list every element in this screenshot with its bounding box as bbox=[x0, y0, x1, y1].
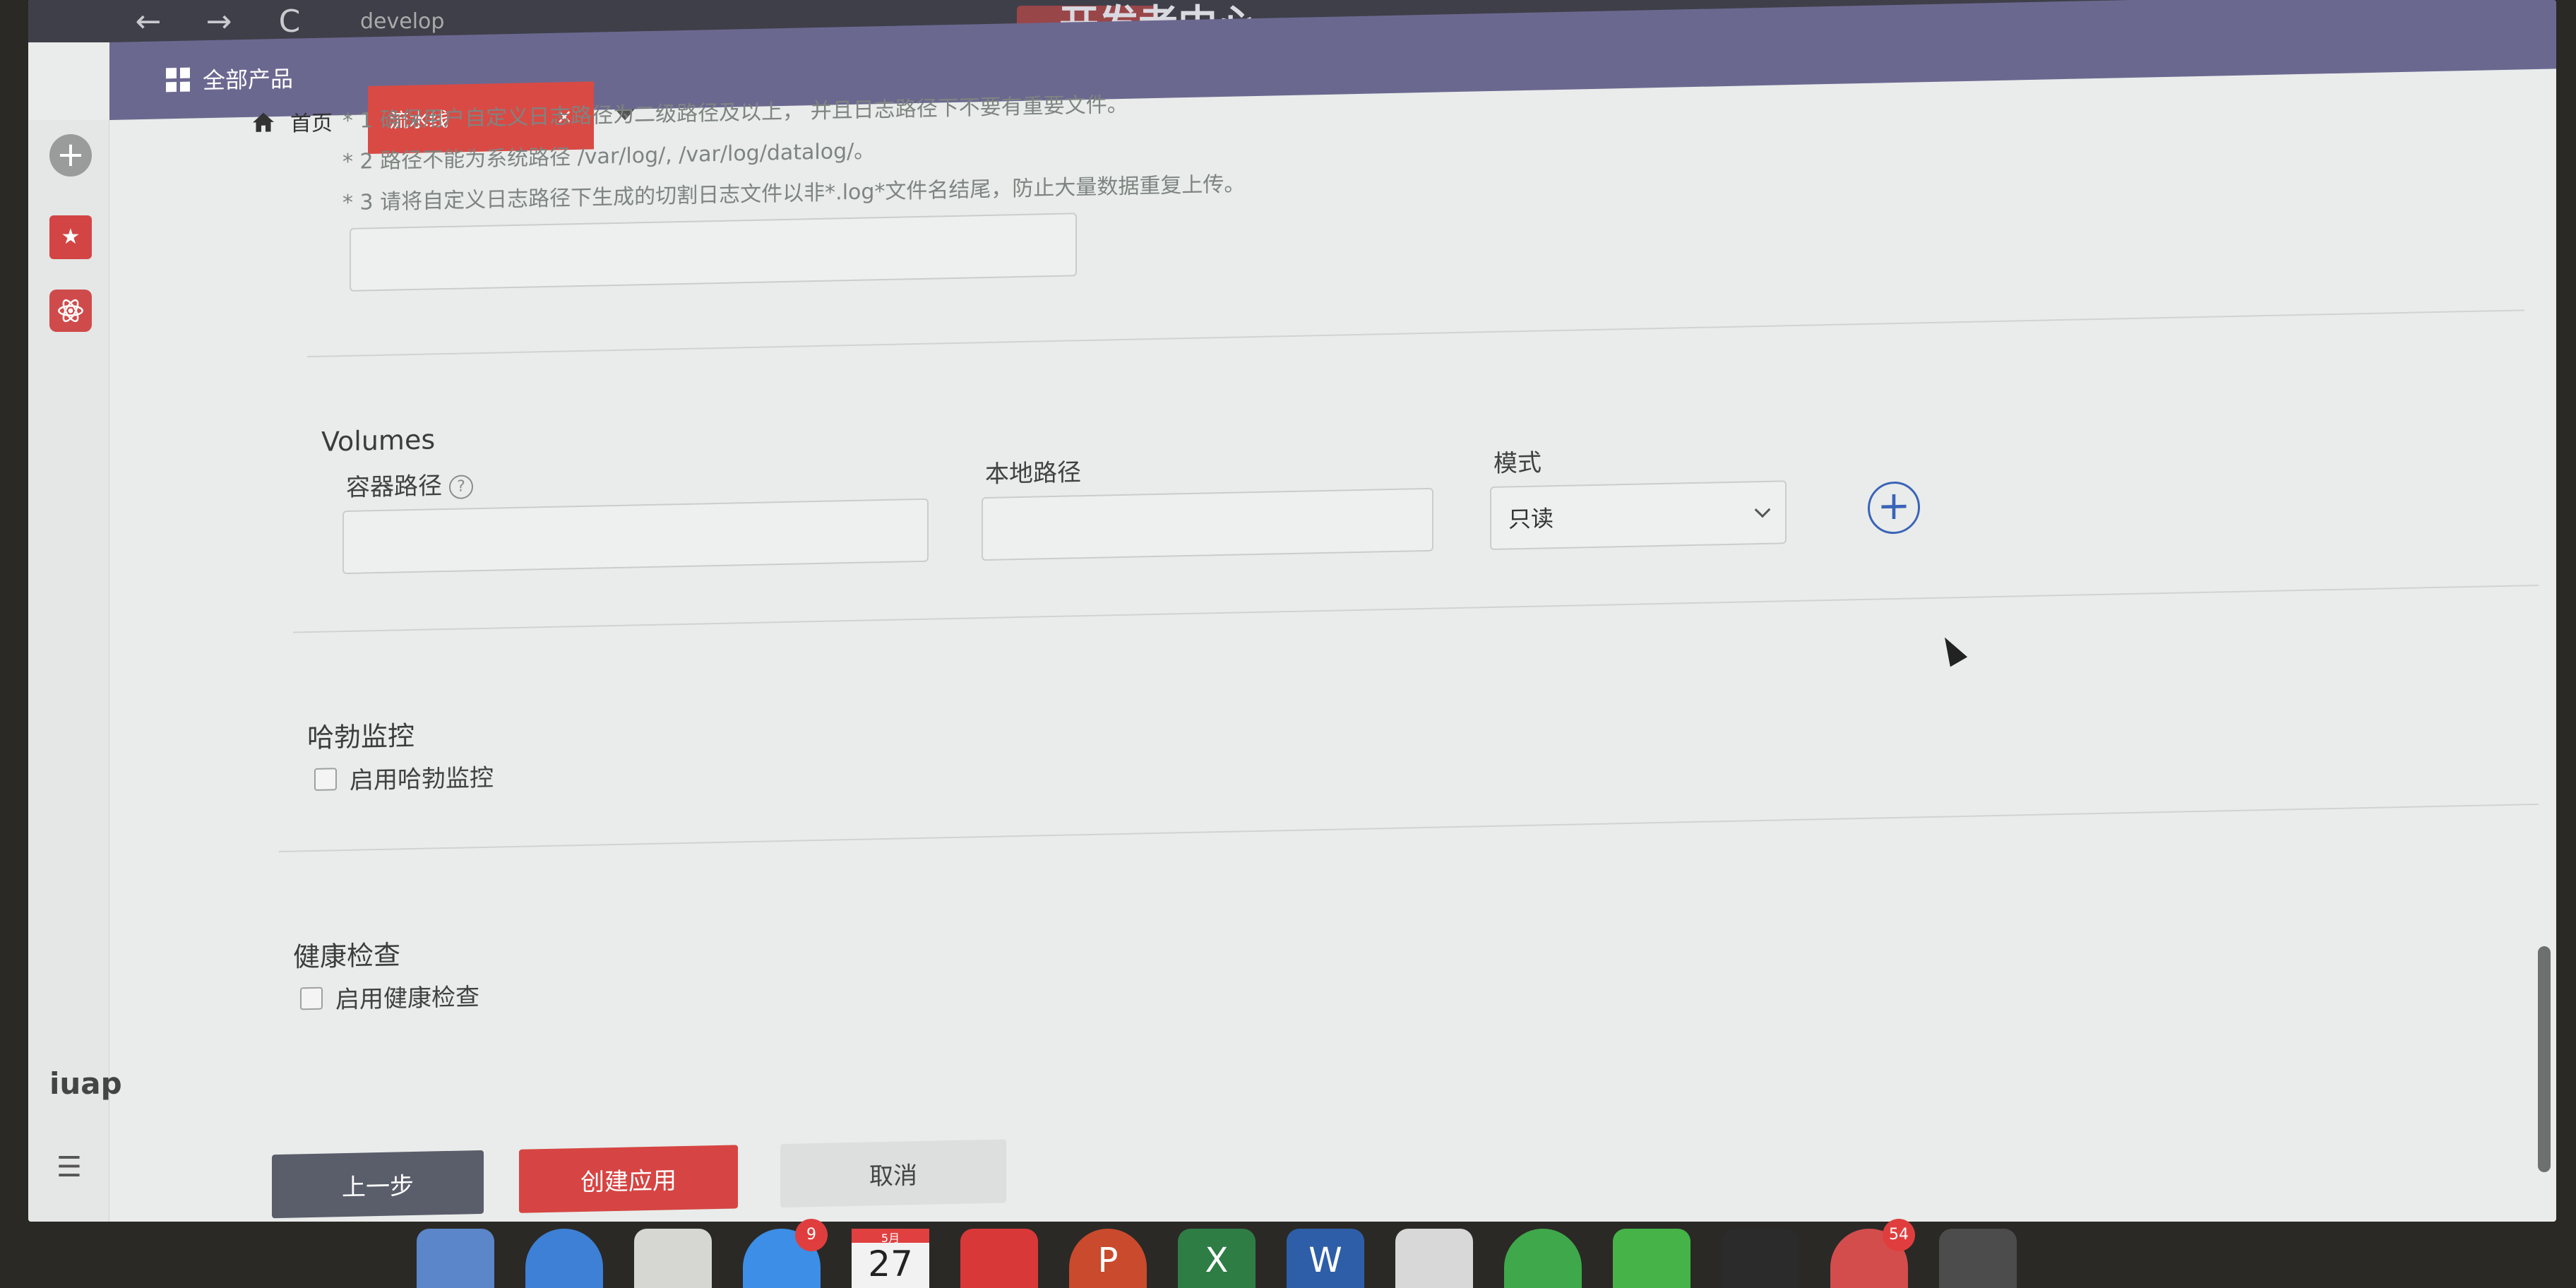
evernote-icon[interactable] bbox=[1504, 1229, 1582, 1288]
reload-button[interactable]: C bbox=[275, 4, 304, 40]
volumes-title: Volumes bbox=[321, 424, 436, 458]
forward-button[interactable]: → bbox=[205, 4, 233, 40]
powerpoint-icon[interactable]: P bbox=[1069, 1229, 1147, 1288]
notes-icon[interactable] bbox=[634, 1229, 712, 1288]
health-checkbox-label: 启用健康检查 bbox=[335, 983, 479, 1015]
calendar-icon[interactable]: 5月 27 bbox=[852, 1229, 929, 1288]
log-path-notes: * 1 确保用户自定义日志路径为二级路径及以上， 并且日志路径下不要有重要文件。… bbox=[342, 82, 1245, 224]
create-app-button[interactable]: 创建应用 bbox=[519, 1145, 738, 1213]
add-icon[interactable]: + bbox=[49, 134, 92, 177]
add-volume-button[interactable]: + bbox=[1868, 481, 1920, 535]
container-path-input[interactable] bbox=[342, 498, 929, 575]
left-sidebar: + ★ iuap ☰ bbox=[28, 120, 122, 1222]
back-button[interactable]: ← bbox=[134, 4, 162, 40]
cancel-button[interactable]: 取消 bbox=[780, 1139, 1006, 1208]
calendar-day: 27 bbox=[868, 1244, 913, 1284]
excel-icon[interactable]: X bbox=[1178, 1229, 1256, 1288]
chrome-icon[interactable] bbox=[1395, 1229, 1473, 1288]
chevron-down-icon bbox=[1754, 501, 1771, 518]
dock: 9 5月 27 P X W 54 bbox=[417, 1219, 2111, 1288]
hubble-checkbox[interactable] bbox=[314, 767, 337, 791]
notification-badge: 54 bbox=[1883, 1219, 1915, 1251]
cloud-icon[interactable]: 54 bbox=[1830, 1219, 1915, 1288]
log-path-input[interactable] bbox=[350, 213, 1077, 292]
divider bbox=[293, 584, 2539, 633]
local-path-label: 本地路径 bbox=[985, 458, 1081, 489]
grid-icon[interactable] bbox=[166, 67, 190, 93]
mode-label: 模式 bbox=[1493, 448, 1542, 478]
word-icon[interactable]: W bbox=[1287, 1229, 1364, 1288]
notification-badge: 9 bbox=[795, 1219, 828, 1251]
favorites-icon[interactable]: ★ bbox=[49, 215, 92, 259]
scrollbar[interactable] bbox=[2538, 946, 2551, 1172]
app-icon[interactable] bbox=[49, 290, 92, 332]
prev-step-button[interactable]: 上一步 bbox=[272, 1150, 484, 1219]
music-icon[interactable] bbox=[960, 1229, 1038, 1288]
health-title: 健康检查 bbox=[293, 939, 401, 973]
safari-icon[interactable] bbox=[525, 1229, 603, 1288]
local-path-input[interactable] bbox=[982, 487, 1433, 561]
finder-icon[interactable] bbox=[417, 1229, 494, 1288]
hubble-title: 哈勃监控 bbox=[307, 720, 415, 754]
appstore-icon[interactable]: 9 bbox=[743, 1219, 828, 1288]
main-content: * 1 确保用户自定义日志路径为二级路径及以上， 并且日志路径下不要有重要文件。… bbox=[109, 68, 2556, 1222]
trash-icon[interactable] bbox=[1939, 1229, 2017, 1288]
health-checkbox[interactable] bbox=[300, 986, 323, 1010]
mode-select-value: 只读 bbox=[1508, 505, 1554, 533]
calendar-month: 5月 bbox=[852, 1229, 929, 1245]
wechat-icon[interactable] bbox=[1613, 1229, 1690, 1288]
menu-icon[interactable]: ☰ bbox=[56, 1151, 82, 1183]
health-checkbox-row[interactable]: 启用健康检查 bbox=[300, 977, 479, 1015]
help-icon[interactable]: ? bbox=[449, 474, 473, 499]
screen: ← → C develop 开发者中心 全部产品 首页 流水线 × + ★ iu… bbox=[28, 0, 2556, 1222]
divider bbox=[307, 309, 2524, 358]
address-bar[interactable]: develop bbox=[360, 9, 444, 34]
container-path-label: 容器路径? bbox=[346, 465, 473, 503]
qq-icon[interactable] bbox=[1722, 1229, 1799, 1288]
mode-select[interactable]: 只读 bbox=[1490, 480, 1787, 551]
atom-icon bbox=[58, 299, 83, 323]
divider bbox=[279, 803, 2539, 852]
hubble-checkbox-label: 启用哈勃监控 bbox=[350, 763, 494, 795]
hubble-checkbox-row[interactable]: 启用哈勃监控 bbox=[314, 758, 494, 797]
